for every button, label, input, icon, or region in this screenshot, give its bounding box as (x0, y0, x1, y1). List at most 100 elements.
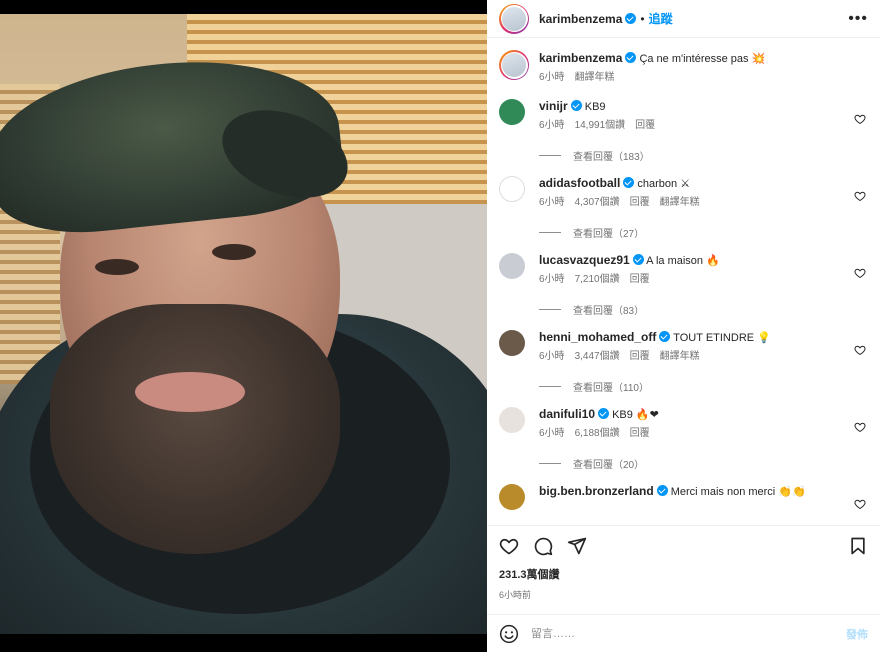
verified-badge-icon (625, 13, 637, 24)
commenter-avatar[interactable] (499, 99, 525, 125)
comment-item: big.ben.bronzerland Merci mais non merci… (499, 471, 868, 510)
commenter-avatar[interactable] (499, 407, 525, 433)
comment-like-heart-icon[interactable] (854, 344, 866, 356)
beard (50, 304, 340, 554)
view-replies-label: 查看回覆（20） (573, 460, 645, 471)
caption-avatar-image (502, 53, 526, 77)
verified-badge-icon (625, 52, 637, 63)
commenter-avatar[interactable] (499, 484, 525, 510)
comment-text: Merci mais non merci 👏👏 (670, 486, 806, 498)
caption-translate[interactable]: 翻譯年糕 (575, 70, 615, 86)
post-header: karimbenzema • 追蹤 ••• (487, 0, 880, 38)
replies-line (539, 463, 561, 464)
verified-badge-icon (570, 100, 582, 111)
post-side-panel: karimbenzema • 追蹤 ••• karimbenzema Ça ne… (487, 0, 880, 652)
comment-like-count[interactable]: 7,210個讚 (575, 272, 620, 288)
bookmark-icon[interactable] (848, 536, 868, 556)
comments-list[interactable]: karimbenzema Ça ne m'intéresse pas 💥 6小時… (487, 38, 880, 526)
commenter-username[interactable]: danifuli10 (539, 407, 595, 421)
author-avatar-image (502, 6, 526, 31)
instagram-post-view: karimbenzema • 追蹤 ••• karimbenzema Ça ne… (0, 0, 880, 652)
comment-time: 6小時 (539, 274, 565, 285)
heart-icon[interactable] (499, 536, 519, 556)
comment-rows: vinijr KB9 6小時 14,991個讚 回覆 查看回覆（183） adidasfo… (499, 86, 868, 510)
view-replies-label: 查看回覆（27） (573, 229, 645, 240)
view-replies-label: 查看回覆（83） (573, 306, 645, 317)
comment-item: vinijr KB9 6小時 14,991個讚 回覆 (499, 86, 868, 134)
right-eye (212, 244, 256, 260)
commenter-avatar[interactable] (499, 330, 525, 356)
comment-text: KB9 🔥❤ (612, 409, 659, 421)
view-replies-button[interactable]: 查看回覆（83） (539, 302, 868, 317)
post-comment-button[interactable]: 發佈 (846, 626, 868, 642)
comment-item: lucasvazquez91 A la maison 🔥 6小時 7,210個讚 回覆 (499, 240, 868, 288)
verified-badge-icon (598, 408, 610, 419)
verified-badge-icon (632, 254, 644, 265)
caption-username[interactable]: karimbenzema (539, 51, 622, 65)
comment-text: KB9 (584, 101, 606, 113)
comment-translate[interactable]: 翻譯年糕 (660, 195, 700, 211)
replies-line (539, 232, 561, 233)
comment-time: 6小時 (539, 351, 565, 362)
follow-button[interactable]: 追蹤 (649, 10, 673, 27)
comment-time: 6小時 (539, 197, 565, 208)
caption-time: 6小時 (539, 72, 565, 83)
view-replies-button[interactable]: 查看回覆（27） (539, 225, 868, 240)
view-replies-button[interactable]: 查看回覆（183） (539, 148, 868, 163)
action-bar (487, 526, 880, 566)
commenter-username[interactable]: vinijr (539, 99, 568, 113)
view-replies-label: 查看回覆（110） (573, 383, 649, 394)
view-replies-button[interactable]: 查看回覆（20） (539, 456, 868, 471)
smiley-icon[interactable] (499, 624, 519, 644)
author-username[interactable]: karimbenzema (539, 12, 622, 26)
comment-reply-button[interactable]: 回覆 (630, 195, 650, 211)
comment-like-heart-icon[interactable] (854, 421, 866, 433)
verified-badge-icon (659, 331, 671, 342)
commenter-username[interactable]: big.ben.bronzerland (539, 484, 654, 498)
commenter-username[interactable]: lucasvazquez91 (539, 253, 630, 267)
comment-translate[interactable]: 翻譯年糕 (660, 349, 700, 365)
commenter-avatar[interactable] (499, 253, 525, 279)
comment-like-heart-icon[interactable] (854, 190, 866, 202)
caption: karimbenzema Ça ne m'intéresse pas 💥 6小時… (499, 38, 868, 86)
replies-line (539, 155, 561, 156)
commenter-username[interactable]: adidasfootball (539, 176, 620, 190)
comment-time: 6小時 (539, 428, 565, 439)
comment-like-heart-icon[interactable] (854, 498, 866, 510)
left-eye (95, 259, 139, 275)
comment-text: charbon ⚔ (637, 178, 691, 190)
comment-text: A la maison 🔥 (646, 255, 720, 267)
verified-badge-icon (656, 485, 668, 496)
post-media[interactable] (0, 0, 487, 652)
comment-item: adidasfootball charbon ⚔ 6小時 4,307個讚 回覆 翻譯年糕 (499, 163, 868, 211)
comment-reply-button[interactable]: 回覆 (630, 349, 650, 365)
comment-like-count[interactable]: 3,447個讚 (575, 349, 620, 365)
comment-reply-button[interactable]: 回覆 (630, 272, 650, 288)
share-icon[interactable] (567, 536, 587, 556)
caption-text: Ça ne m'intéresse pas 💥 (639, 53, 766, 65)
lips (135, 372, 245, 412)
post-timestamp: 6小時前 (499, 590, 532, 600)
comment-input[interactable] (531, 627, 846, 640)
separator-dot: • (640, 11, 645, 26)
post-photo (0, 14, 487, 634)
view-replies-label: 查看回覆（183） (573, 152, 650, 163)
author-avatar[interactable] (499, 3, 529, 34)
comment-like-count[interactable]: 14,991個讚 (575, 118, 626, 134)
comment-time: 6小時 (539, 120, 565, 131)
comment-text: TOUT ETINDRE 💡 (673, 332, 771, 344)
comment-like-heart-icon[interactable] (854, 113, 866, 125)
replies-line (539, 309, 561, 310)
view-replies-button[interactable]: 查看回覆（110） (539, 379, 868, 394)
like-count[interactable]: 231.3萬個讚 (487, 566, 880, 582)
commenter-avatar[interactable] (499, 176, 525, 202)
comment-like-heart-icon[interactable] (854, 267, 866, 279)
comment-icon[interactable] (533, 536, 553, 556)
caption-avatar[interactable] (499, 50, 529, 80)
more-options-icon[interactable]: ••• (848, 10, 868, 28)
comment-like-count[interactable]: 6,188個讚 (575, 426, 620, 442)
comment-like-count[interactable]: 4,307個讚 (575, 195, 620, 211)
commenter-username[interactable]: henni_mohamed_off (539, 330, 656, 344)
comment-reply-button[interactable]: 回覆 (635, 118, 655, 134)
comment-reply-button[interactable]: 回覆 (630, 426, 650, 442)
